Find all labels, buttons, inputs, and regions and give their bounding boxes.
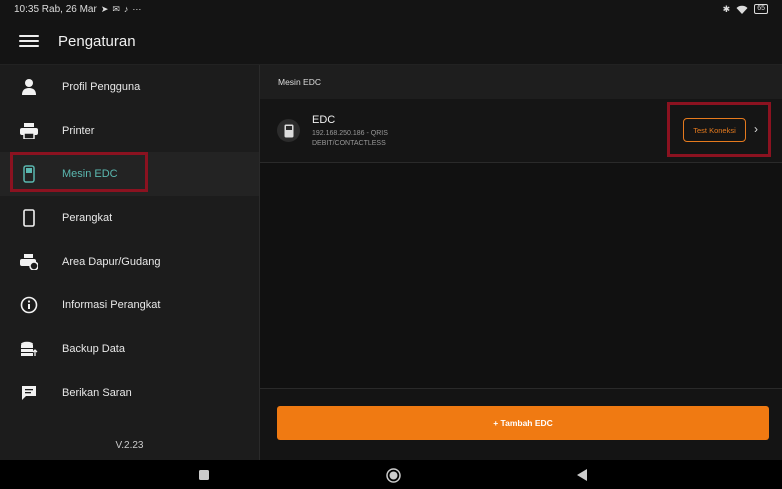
sidebar-item-label: Area Dapur/Gudang [62,255,161,268]
sidebar-item-label: Berikan Saran [62,386,132,399]
sidebar-item-label: Perangkat [62,211,113,224]
edc-detail-types: DEBIT/CONTACTLESS [312,140,386,147]
telegram-icon: ➤ [100,3,109,14]
edc-machine-icon [277,119,300,142]
back-button[interactable] [574,467,590,483]
edc-machine-icon [19,164,39,184]
add-edc-footer: + Tambah EDC [260,388,782,460]
edc-details: 192.168.250.186 - QRIS DEBIT/CONTACTLESS [312,129,388,149]
sidebar-item-profil-pengguna[interactable]: Profil Pengguna [0,65,259,109]
person-icon [19,77,39,97]
wifi-icon [736,5,748,14]
sidebar-item-label: Informasi Perangkat [62,299,161,312]
database-backup-icon [19,339,39,359]
chevron-right-icon[interactable]: › [754,123,766,135]
add-edc-button[interactable]: + Tambah EDC [277,406,769,440]
info-icon [19,295,39,315]
sidebar-item-mesin-edc[interactable]: Mesin EDC [0,152,259,197]
sidebar-item-printer[interactable]: Printer [0,109,259,153]
tiktok-icon: ♪ [123,4,129,14]
edc-content-panel: Mesin EDC EDC 192.168.250.186 - QRIS DEB… [259,65,782,460]
recent-apps-button[interactable] [196,467,212,483]
printer-icon [19,121,39,141]
status-bar: 10:35 Rab, 26 Mar ➤ ✉ ♪ ⋯ ✱ 65 [0,0,782,18]
sidebar-item-informasi-perangkat[interactable]: Informasi Perangkat [0,283,259,327]
feedback-icon [19,383,39,403]
page-title: Pengaturan [58,32,136,50]
settings-sidebar: Profil Pengguna Printer Mesin EDC Perang… [0,65,259,460]
sidebar-item-label: Backup Data [62,342,125,355]
home-button[interactable] [385,467,401,483]
sidebar-item-area-dapur-gudang[interactable]: Area Dapur/Gudang [0,240,259,284]
sidebar-item-label: Profil Pengguna [62,80,141,93]
battery-icon: 65 [754,4,768,14]
kitchen-printer-icon [19,252,39,272]
sidebar-item-backup-data[interactable]: Backup Data [0,327,259,371]
edc-name: EDC [312,114,336,126]
more-notifications-icon: ⋯ [132,3,142,14]
sidebar-item-label: Mesin EDC [62,168,118,181]
app-bar: Pengaturan [0,18,782,65]
menu-icon[interactable] [19,33,39,49]
phone-icon [19,208,39,228]
sidebar-item-berikan-saran[interactable]: Berikan Saran [0,371,259,415]
section-title: Mesin EDC [260,65,782,99]
edc-list-item[interactable]: EDC 192.168.250.186 - QRIS DEBIT/CONTACT… [260,99,782,163]
gmail-icon: ✉ [112,3,120,14]
edc-detail-address: 192.168.250.186 - QRIS [312,130,388,137]
bluetooth-icon: ✱ [722,3,731,14]
app-version: V.2.23 [115,440,144,451]
test-connection-button[interactable]: Test Koneksi [683,118,746,142]
status-time: 10:35 Rab, 26 Mar [14,3,97,15]
system-nav-bar [0,460,782,489]
sidebar-item-label: Printer [62,124,95,137]
sidebar-item-perangkat[interactable]: Perangkat [0,196,259,240]
